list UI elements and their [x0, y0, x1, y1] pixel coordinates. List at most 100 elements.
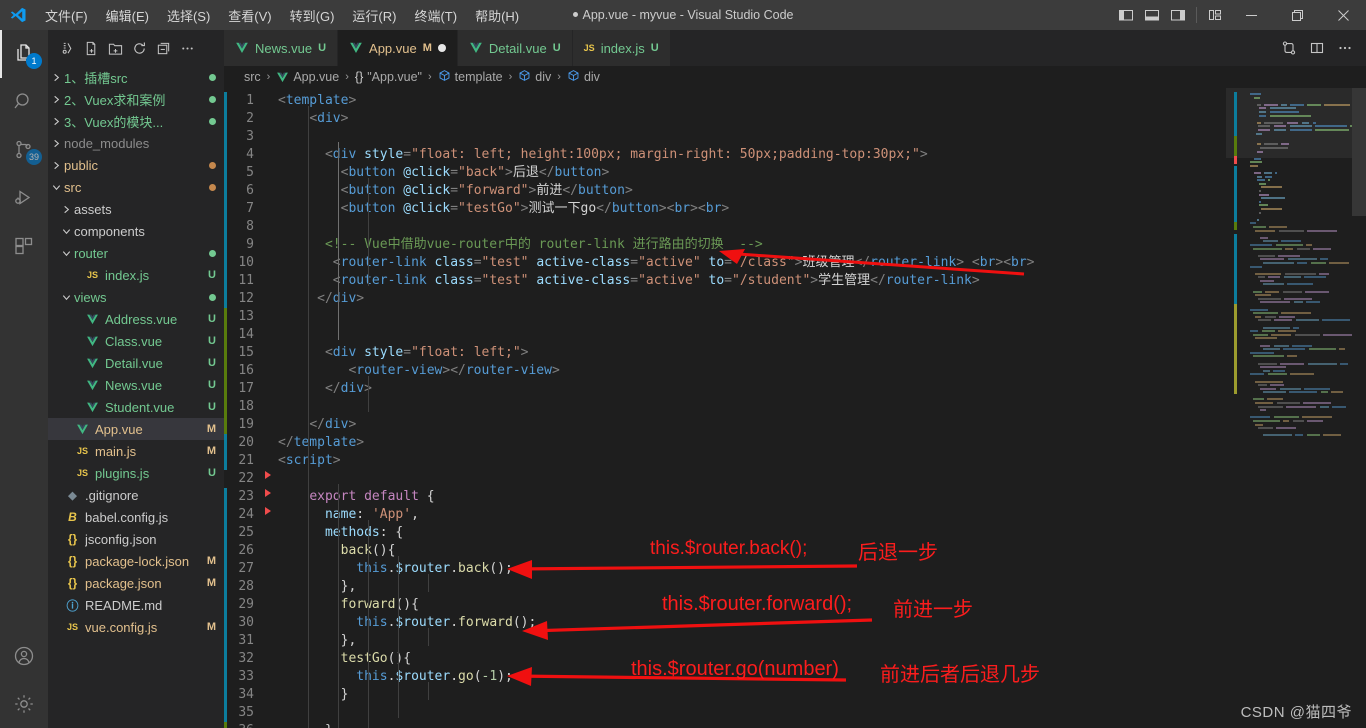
chevron-down-icon[interactable] [58, 226, 74, 237]
code-line[interactable]: methods: { [278, 524, 1226, 542]
breadcrumb-item-template[interactable]: template [438, 69, 503, 85]
chevron-right-icon[interactable] [48, 94, 64, 105]
tree-item-app.vue[interactable]: App.vue M [48, 418, 224, 440]
tree-item-vue.config.js[interactable]: JS vue.config.js M [48, 616, 224, 638]
menu-run[interactable]: 运行(R) [343, 3, 405, 28]
menu-edit[interactable]: 编辑(E) [97, 3, 158, 28]
code-line[interactable] [278, 308, 1226, 326]
breadcrumb-item-app.vue[interactable]: App.vue [276, 70, 339, 84]
tree-item-views[interactable]: views [48, 286, 224, 308]
code-line[interactable]: <div style="float: left; height:100px; m… [278, 146, 1226, 164]
chevron-down-icon[interactable] [58, 248, 74, 259]
code-line[interactable]: }, [278, 632, 1226, 650]
toggle-secondary-sidebar-icon[interactable] [1165, 0, 1191, 30]
menu-file[interactable]: 文件(F) [36, 3, 97, 28]
code-line[interactable]: testGo(){ [278, 650, 1226, 668]
editor-tab-news-vue[interactable]: News.vue U [224, 30, 339, 66]
collapse-folders-icon[interactable] [152, 37, 174, 59]
new-file-icon[interactable] [80, 37, 102, 59]
editor-tab-index-js[interactable]: JS index.js U [572, 30, 671, 66]
tree-item-3vuex...[interactable]: 3、Vuex的模块... [48, 110, 224, 132]
tree-item-assets[interactable]: assets [48, 198, 224, 220]
toggle-panel-icon[interactable] [1139, 0, 1165, 30]
code-editor[interactable]: 1 2 3 4 5 6 7 8 9 10 11 12 13 14 15 16 17 18 19 20 21 22 23 24 2… [224, 88, 1366, 728]
code-line[interactable]: <template> [278, 92, 1226, 110]
tree-item-student.vue[interactable]: Student.vue U [48, 396, 224, 418]
code-line[interactable]: </div> [278, 380, 1226, 398]
split-editor-right-icon[interactable] [1304, 35, 1330, 61]
breadcrumb-item-app.vue[interactable]: {} "App.vue" [355, 70, 422, 84]
code-line[interactable] [278, 398, 1226, 416]
tree-item-components[interactable]: components [48, 220, 224, 242]
tree-item-package.json[interactable]: {} package.json M [48, 572, 224, 594]
tree-item-index.js[interactable]: JS index.js U [48, 264, 224, 286]
code-line[interactable]: this.$router.go(-1); [278, 668, 1226, 686]
menu-terminal[interactable]: 终端(T) [405, 3, 466, 28]
activity-accounts[interactable] [0, 632, 48, 680]
editor-more-actions-icon[interactable] [1332, 35, 1358, 61]
activity-source-control[interactable]: 39 [0, 126, 48, 174]
tree-item-src[interactable]: src [48, 176, 224, 198]
menu-bar[interactable]: 文件(F) 编辑(E) 选择(S) 查看(V) 转到(G) 运行(R) 终端(T… [36, 3, 528, 28]
tree-item-.gitignore[interactable]: ◆ .gitignore [48, 484, 224, 506]
tree-item-nodemodules[interactable]: node_modules [48, 132, 224, 154]
menu-help[interactable]: 帮助(H) [466, 3, 528, 28]
tab-dirty-indicator-icon[interactable] [437, 44, 446, 52]
code-line[interactable]: <button @click="forward">前进</button> [278, 182, 1226, 200]
code-line[interactable]: forward(){ [278, 596, 1226, 614]
activity-explorer[interactable]: 1 [0, 30, 48, 78]
window-maximize-button[interactable] [1274, 0, 1320, 30]
code-line[interactable]: </div> [278, 416, 1226, 434]
more-actions-icon[interactable] [176, 37, 198, 59]
activity-run-and-debug[interactable] [0, 174, 48, 222]
code-line[interactable]: } [278, 686, 1226, 704]
menu-go[interactable]: 转到(G) [281, 3, 344, 28]
code-line[interactable]: back(){ [278, 542, 1226, 560]
window-close-button[interactable] [1320, 0, 1366, 30]
code-line[interactable]: export default { [278, 488, 1226, 506]
refresh-icon[interactable] [128, 37, 150, 59]
code-line[interactable]: <div style="float: left;"> [278, 344, 1226, 362]
code-line[interactable]: <router-view></router-view> [278, 362, 1226, 380]
editor-scrollbar[interactable] [1352, 88, 1366, 728]
tree-item-detail.vue[interactable]: Detail.vue U [48, 352, 224, 374]
window-minimize-button[interactable] [1228, 0, 1274, 30]
collapse-explorer-icon[interactable] [56, 37, 78, 59]
code-line[interactable]: }, [278, 578, 1226, 596]
tree-item-readme.md[interactable]: ⓘ README.md [48, 594, 224, 616]
breadcrumb[interactable]: src › App.vue › {} "App.vue" › template › div › div [224, 66, 1366, 88]
breadcrumb-item-div[interactable]: div [567, 69, 600, 85]
code-line[interactable]: </div> [278, 290, 1226, 308]
tree-item-plugins.js[interactable]: JS plugins.js U [48, 462, 224, 484]
code-line[interactable]: name: 'App', [278, 506, 1226, 524]
code-line[interactable]: </template> [278, 434, 1226, 452]
tree-item-jsconfig.json[interactable]: {} jsconfig.json [48, 528, 224, 550]
minimap[interactable] [1226, 88, 1366, 728]
code-line[interactable]: this.$router.back(); [278, 560, 1226, 578]
tree-item-2vuex[interactable]: 2、Vuex求和案例 [48, 88, 224, 110]
code-line[interactable]: } [278, 722, 1226, 728]
code-line[interactable]: <router-link class="test" active-class="… [278, 254, 1226, 272]
menu-view[interactable]: 查看(V) [219, 3, 280, 28]
tree-item-address.vue[interactable]: Address.vue U [48, 308, 224, 330]
tree-item-babel.config.js[interactable]: Bbabel.config.js [48, 506, 224, 528]
chevron-right-icon[interactable] [48, 138, 64, 149]
menu-selection[interactable]: 选择(S) [158, 3, 219, 28]
chevron-down-icon[interactable] [58, 292, 74, 303]
activity-extensions[interactable] [0, 222, 48, 270]
tree-item-package-lock.json[interactable]: {} package-lock.json M [48, 550, 224, 572]
customize-layout-icon[interactable] [1202, 0, 1228, 30]
tree-item-router[interactable]: router [48, 242, 224, 264]
chevron-right-icon[interactable] [48, 116, 64, 127]
code-line[interactable]: <button @click="back">后退</button> [278, 164, 1226, 182]
toggle-primary-sidebar-icon[interactable] [1113, 0, 1139, 30]
new-folder-icon[interactable] [104, 37, 126, 59]
tree-item-1src[interactable]: 1、插槽src [48, 66, 224, 88]
scrollbar-thumb[interactable] [1352, 88, 1366, 216]
editor-tab-app-vue[interactable]: App.vue M [338, 30, 458, 66]
tree-item-public[interactable]: public [48, 154, 224, 176]
editor-tab-detail-vue[interactable]: Detail.vue U [457, 30, 573, 66]
split-preview-icon[interactable] [1276, 35, 1302, 61]
activity-manage-settings[interactable] [0, 680, 48, 728]
chevron-right-icon[interactable] [48, 160, 64, 171]
